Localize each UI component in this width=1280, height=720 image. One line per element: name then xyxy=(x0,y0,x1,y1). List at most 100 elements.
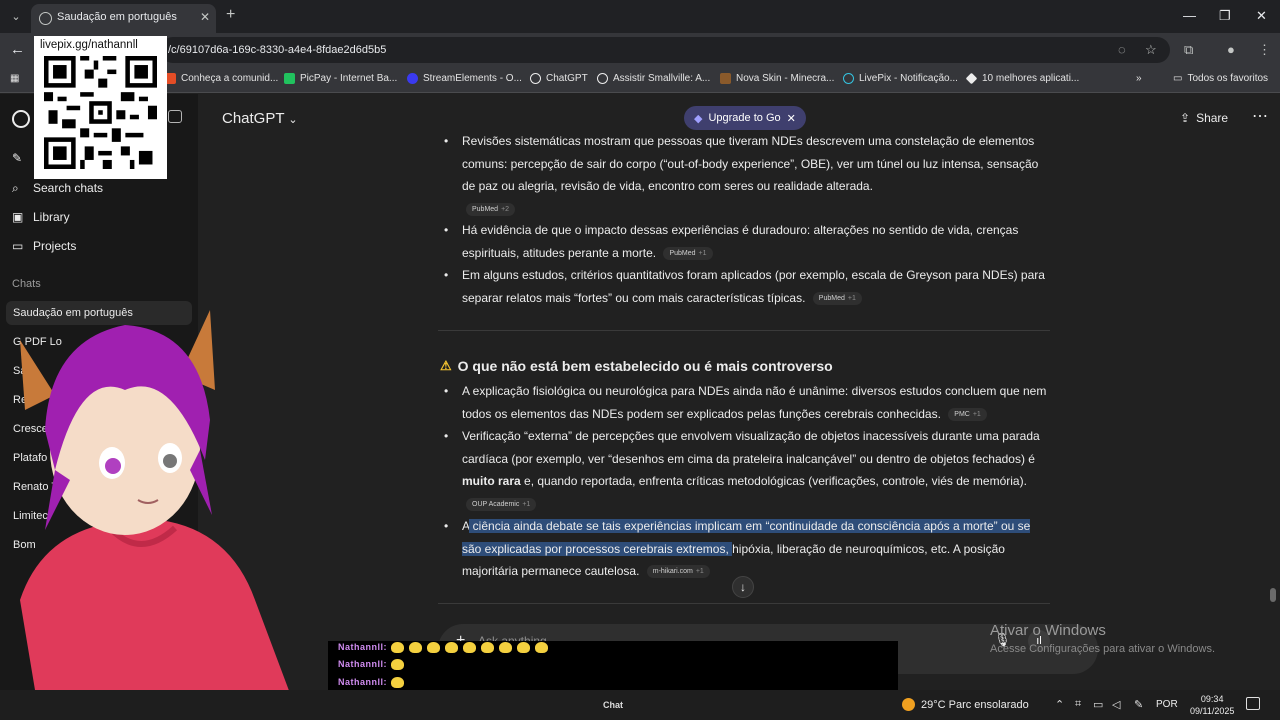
sidebar-item-library[interactable]: ▣ Library xyxy=(12,210,70,224)
activation-title: Ativar o Windows xyxy=(990,622,1106,639)
chatgpt-favicon-icon xyxy=(39,12,52,25)
extensions-icon[interactable]: ⧉ xyxy=(1184,42,1193,58)
emoji-icon xyxy=(391,659,404,671)
sidebar-toggle-icon[interactable] xyxy=(168,110,182,123)
display-icon[interactable]: ▭ xyxy=(1093,698,1103,711)
sidebar-item-search[interactable]: ⌕ Search chats xyxy=(12,181,103,195)
emoji-icon xyxy=(463,642,476,654)
url-text[interactable]: /c/69107d6a-169c-8330-a4e4-8fdae2d6d5b5 xyxy=(168,44,386,56)
bookmark-label: ChatGPT xyxy=(546,73,588,84)
bookmark-item[interactable]: PicPay - Internet Ba... xyxy=(284,73,397,84)
citation-badge[interactable]: PubMed +1 xyxy=(812,291,862,305)
scroll-down-icon[interactable]: ↓ xyxy=(732,576,754,598)
emoji-icon xyxy=(517,642,530,654)
emoji-icon xyxy=(391,642,404,654)
chat-username: Nathannll: xyxy=(338,677,387,687)
divider xyxy=(438,330,1050,331)
new-tab-icon[interactable]: + xyxy=(226,6,235,24)
chat-message: Nathannll: xyxy=(338,642,553,654)
tab-search-icon[interactable]: ⌄ xyxy=(6,7,26,27)
folder-icon: ▭ xyxy=(1173,73,1183,84)
list-item: Em alguns estudos, critérios quantitativ… xyxy=(444,264,1052,309)
emoji-icon xyxy=(409,642,422,654)
bookmark-label: StreamElements - O... xyxy=(423,73,522,84)
chat-message: Nathannll: xyxy=(338,659,409,671)
heading-text: O que não está bem estabelecido ou é mai… xyxy=(457,358,833,374)
more-bookmarks-icon[interactable]: » xyxy=(1136,73,1142,84)
bookmark-label: LivePix - Notificação... xyxy=(859,73,958,84)
eye-off-icon[interactable]: ◌ xyxy=(1118,42,1126,57)
chat-username: Nathannll: xyxy=(338,659,387,669)
new-chat-button[interactable]: ✎ xyxy=(12,152,25,165)
bookmark-item[interactable]: 10 melhores aplicati... xyxy=(965,72,1079,85)
activation-subtitle: Acesse Configurações para ativar o Windo… xyxy=(990,643,1215,655)
apps-grid-icon xyxy=(965,72,978,85)
all-bookmarks[interactable]: ▭ Todos os favoritos xyxy=(1173,73,1268,84)
minecraft-icon xyxy=(720,73,731,84)
pen-icon[interactable]: ✎ xyxy=(1134,698,1143,711)
emoji-icon xyxy=(499,642,512,654)
citation-badge[interactable]: OUP Academic +1 xyxy=(466,497,537,511)
bookmark-item[interactable]: Assistir Smallville: A... xyxy=(597,73,710,84)
minimize-icon[interactable]: — xyxy=(1183,8,1196,23)
citation-badge[interactable]: PubMed +2 xyxy=(466,202,516,216)
citation-badge[interactable]: PubMed +1 xyxy=(663,246,713,260)
list-item-text: Em alguns estudos, critérios quantitativ… xyxy=(462,268,1045,305)
sidebar-item-label: Search chats xyxy=(33,181,104,195)
close-icon[interactable]: ✕ xyxy=(787,112,796,125)
streamelements-icon xyxy=(407,73,418,84)
bookmark-item[interactable]: LivePix - Notificação... xyxy=(843,73,958,84)
share-button[interactable]: ⇪ Share xyxy=(1180,111,1228,125)
list-item-text: Revisões sistemáticas mostram que pessoa… xyxy=(462,134,1039,193)
network-off-icon[interactable]: ⌗ xyxy=(1075,698,1081,711)
volume-icon[interactable]: ◁ xyxy=(1112,698,1120,711)
vtuber-avatar xyxy=(20,310,300,720)
chat-message: Nathannll: xyxy=(338,677,409,689)
maximize-icon[interactable]: ❐ xyxy=(1219,8,1231,24)
citation-label: PMC xyxy=(954,410,970,418)
apps-icon[interactable]: ▦ xyxy=(10,73,19,84)
scrollbar-thumb[interactable] xyxy=(1270,588,1276,602)
close-window-icon[interactable]: ✕ xyxy=(1256,8,1267,24)
menu-icon[interactable]: ⋮ xyxy=(1258,42,1271,58)
citation-badge[interactable]: m-hikari.com +1 xyxy=(646,565,710,579)
model-selector[interactable]: ChatGPT ⌄ xyxy=(222,110,298,127)
folder-icon: ▭ xyxy=(12,238,24,253)
sparkle-icon: ◆ xyxy=(694,112,703,125)
chevron-up-icon[interactable]: ⌃ xyxy=(1055,698,1064,711)
all-bookmarks-label: Todos os favoritos xyxy=(1187,73,1269,84)
chat-username: Nathannll: xyxy=(338,642,387,652)
warning-icon: ⚠ xyxy=(440,358,452,373)
star-icon[interactable]: ☆ xyxy=(1145,42,1157,58)
close-tab-icon[interactable]: ✕ xyxy=(200,10,210,24)
list-item: Revisões sistemáticas mostram que pessoa… xyxy=(444,130,1052,220)
bookmark-label: PicPay - Internet Ba... xyxy=(300,73,398,84)
emoji-icon xyxy=(427,642,440,654)
back-icon[interactable]: ← xyxy=(10,41,25,58)
list-item: Verificação “externa” de percepções que … xyxy=(444,425,1052,515)
openai-logo-icon[interactable] xyxy=(12,110,30,128)
clock[interactable]: 09:34 09/11/2025 xyxy=(1190,693,1234,717)
citation-count: +1 xyxy=(972,410,981,418)
weather-icon xyxy=(902,698,915,711)
bookmark-item[interactable]: Nova Skin - Minecra... xyxy=(720,73,834,84)
omnibox[interactable]: /c/69107d6a-169c-8330-a4e4-8fdae2d6d5b5 … xyxy=(160,37,1170,63)
browser-tab[interactable]: Saudação em português ✕ xyxy=(31,4,216,33)
bookmark-item[interactable]: StreamElements - O... xyxy=(407,73,522,84)
bookmark-item[interactable]: ChatGPT xyxy=(530,73,588,84)
weather-widget[interactable]: 29°C Parc ensolarado xyxy=(902,698,1029,711)
more-options-icon[interactable]: ⋯ xyxy=(1252,106,1268,126)
bookmark-item[interactable]: Conheça a comunid... xyxy=(165,73,278,84)
list-item: Há evidência de que o impacto dessas exp… xyxy=(444,219,1052,264)
citation-count: +2 xyxy=(501,205,510,213)
notification-icon[interactable] xyxy=(1246,697,1260,710)
upgrade-button[interactable]: ◆ Upgrade to Go ✕ xyxy=(684,106,806,130)
citation-count: +1 xyxy=(847,294,856,302)
sidebar-item-projects[interactable]: ▭ Projects xyxy=(12,239,76,253)
language-indicator[interactable]: POR xyxy=(1156,699,1178,710)
tab-strip: ⌄ Saudação em português ✕ + — ❐ ✕ xyxy=(0,0,1280,33)
share-label: Share xyxy=(1196,111,1229,125)
address-bar: ← /c/69107d6a-169c-8330-a4e4-8fdae2d6d5b… xyxy=(0,33,1280,67)
citation-badge[interactable]: PMC +1 xyxy=(948,407,987,421)
profile-icon[interactable]: ● xyxy=(1227,42,1235,57)
